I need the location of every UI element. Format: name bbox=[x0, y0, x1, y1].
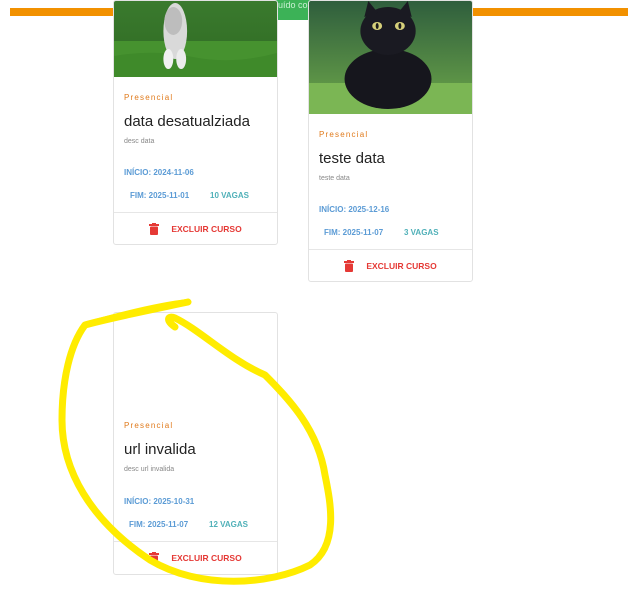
course-title: url invalida bbox=[124, 441, 196, 458]
trash-icon bbox=[149, 223, 160, 235]
course-card: Presencial data desatualziada desc data … bbox=[113, 0, 278, 245]
course-start-date: INÍCIO: 2025-12-16 bbox=[319, 205, 390, 214]
course-title: data desatualziada bbox=[124, 113, 250, 130]
course-title: teste data bbox=[319, 150, 385, 167]
course-start-date: INÍCIO: 2024-11-06 bbox=[124, 168, 194, 177]
course-description: desc url invalida bbox=[124, 466, 175, 473]
course-description: teste data bbox=[319, 175, 350, 182]
course-end-date: FIM: 2025-11-07 bbox=[129, 520, 189, 529]
course-modality: Presencial bbox=[319, 130, 369, 139]
delete-course-label: EXCLUIR CURSO bbox=[171, 553, 242, 563]
course-description: desc data bbox=[124, 138, 155, 145]
course-slots: 10 VAGAS bbox=[210, 191, 249, 200]
delete-course-label: EXCLUIR CURSO bbox=[366, 261, 437, 271]
course-card: Presencial teste data teste data INÍCIO:… bbox=[308, 0, 473, 282]
course-end-date: FIM: 2025-11-07 bbox=[324, 228, 384, 237]
course-start-date: INÍCIO: 2025-10-31 bbox=[124, 497, 195, 506]
card-divider bbox=[114, 212, 277, 213]
course-image bbox=[309, 1, 472, 114]
course-modality: Presencial bbox=[124, 93, 174, 102]
course-card: Presencial url invalida desc url invalid… bbox=[113, 312, 278, 575]
delete-course-button[interactable]: EXCLUIR CURSO bbox=[114, 543, 277, 573]
card-divider bbox=[114, 541, 277, 542]
delete-course-label: EXCLUIR CURSO bbox=[171, 224, 242, 234]
broken-image bbox=[114, 313, 277, 409]
delete-course-button[interactable]: EXCLUIR CURSO bbox=[114, 214, 277, 244]
course-slots: 3 VAGAS bbox=[404, 228, 439, 237]
card-divider bbox=[309, 249, 472, 250]
course-modality: Presencial bbox=[124, 421, 174, 430]
trash-icon bbox=[149, 552, 160, 564]
delete-course-button[interactable]: EXCLUIR CURSO bbox=[309, 251, 472, 281]
trash-icon bbox=[344, 260, 355, 272]
course-image bbox=[114, 1, 277, 77]
course-slots: 12 VAGAS bbox=[209, 520, 248, 529]
course-end-date: FIM: 2025-11-01 bbox=[130, 191, 190, 200]
